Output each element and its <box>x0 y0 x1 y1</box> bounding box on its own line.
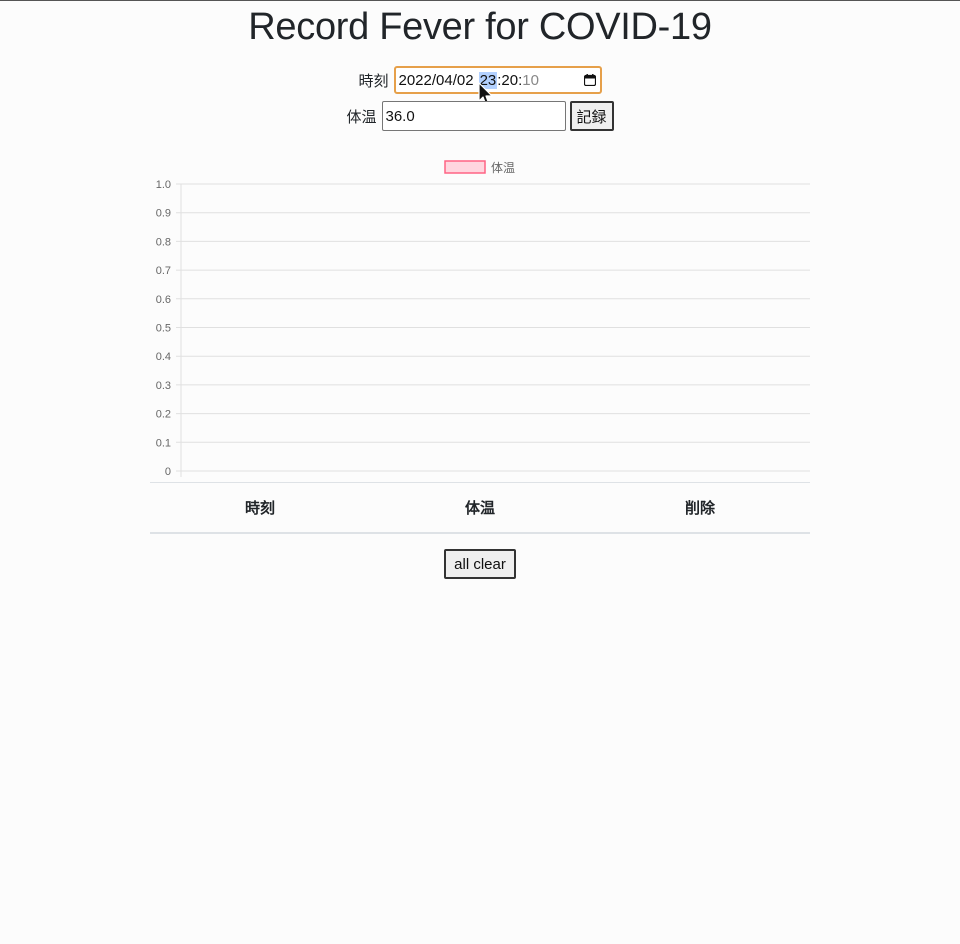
y-tick-label: 0.8 <box>156 236 171 248</box>
y-tick-label: 0.5 <box>156 323 171 335</box>
y-tick-label: 0.1 <box>156 437 171 449</box>
records-table-header: 時刻 体温 削除 <box>150 482 810 534</box>
temperature-input[interactable] <box>381 101 566 131</box>
datetime-minute-segment[interactable]: :20: <box>497 72 522 89</box>
y-tick-label: 0.6 <box>156 294 171 306</box>
datetime-input[interactable]: 2022/04/02 23 :20: 10 <box>393 66 602 106</box>
chart-canvas: 体温 1.0 0.9 0.8 0.7 0.6 0.5 0.4 0.3 0.2 0.1 0 <box>156 160 810 478</box>
y-tick-label: 1.0 <box>156 179 171 191</box>
column-header-temperature: 体温 <box>464 500 495 517</box>
column-header-delete: 削除 <box>684 500 715 517</box>
chart-grid <box>176 183 810 477</box>
time-row: 時刻 2022/04/02 23 :20: 10 <box>0 65 960 106</box>
temperature-chart: 体温 1.0 0.9 0.8 0.7 0.6 0.5 0.4 0.3 0.2 0.1 0 <box>140 151 820 481</box>
y-tick-label: 0.4 <box>156 351 171 363</box>
column-header-time: 時刻 <box>244 500 275 517</box>
datetime-second-segment[interactable]: 10 <box>522 72 539 89</box>
y-tick-label: 0.2 <box>156 409 171 421</box>
page-title: Record Fever for COVID-19 <box>248 6 712 48</box>
legend-swatch <box>444 160 486 174</box>
calendar-icon[interactable] <box>583 74 596 86</box>
record-button[interactable]: 記録 <box>569 101 614 131</box>
y-tick-label: 0.9 <box>156 208 171 220</box>
y-tick-label: 0.3 <box>156 380 171 392</box>
y-tick-label: 0.7 <box>156 265 171 277</box>
legend-label: 体温 <box>491 161 515 175</box>
chart-legend: 体温 <box>444 160 515 175</box>
temperature-row: 体温 記録 <box>0 100 960 132</box>
datetime-date-segment[interactable]: 2022/04/02 <box>399 72 474 89</box>
y-tick-label: 0 <box>165 466 171 478</box>
all-clear-button[interactable]: all clear <box>444 549 516 579</box>
temperature-label: 体温 <box>346 108 377 126</box>
time-label: 時刻 <box>358 72 389 90</box>
y-axis: 1.0 0.9 0.8 0.7 0.6 0.5 0.4 0.3 0.2 0.1 0 <box>156 179 171 478</box>
